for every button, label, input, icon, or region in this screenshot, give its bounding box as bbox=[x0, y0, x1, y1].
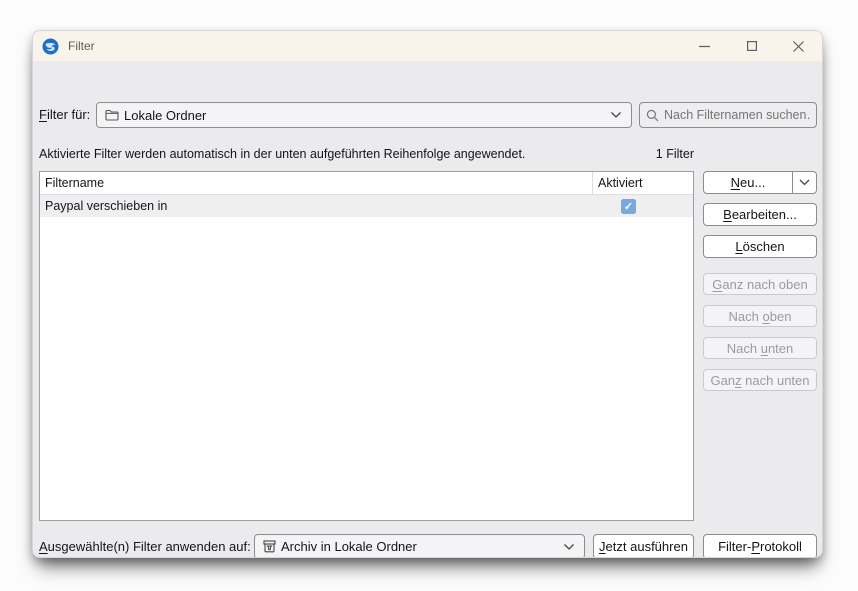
edit-button[interactable]: Bearbeiten... bbox=[703, 203, 817, 226]
delete-button[interactable]: Löschen bbox=[703, 235, 817, 258]
filter-row[interactable]: Paypal verschieben in ✓ bbox=[40, 195, 693, 217]
filter-row-name: Paypal verschieben in bbox=[45, 199, 168, 213]
chevron-down-icon bbox=[563, 543, 575, 551]
filter-row-active-cell: ✓ bbox=[594, 198, 693, 214]
move-down-button[interactable]: Nach unten bbox=[703, 337, 817, 359]
archive-icon bbox=[263, 540, 276, 553]
filter-source-dropdown[interactable]: Lokale Ordner bbox=[96, 102, 632, 128]
new-split-button: Neu... bbox=[703, 171, 817, 194]
dialog-content: Filter für: Lokale Ordner Aktivierte Fil… bbox=[33, 61, 822, 557]
filter-log-button[interactable]: Filter-Protokoll bbox=[703, 534, 817, 557]
move-to-bottom-button[interactable]: Ganz nach unten bbox=[703, 369, 817, 391]
thunderbird-logo-icon bbox=[42, 38, 59, 55]
close-button[interactable] bbox=[775, 31, 822, 61]
filter-list-header: Filtername Aktiviert bbox=[40, 172, 693, 195]
check-icon: ✓ bbox=[623, 200, 634, 213]
apply-target-value: Archiv in Lokale Ordner bbox=[281, 539, 417, 554]
apply-target-dropdown[interactable]: Archiv in Lokale Ordner bbox=[254, 534, 585, 557]
search-input[interactable] bbox=[664, 108, 810, 122]
maximize-button[interactable] bbox=[728, 31, 775, 61]
column-header-aktiviert[interactable]: Aktiviert bbox=[593, 172, 693, 194]
search-icon bbox=[646, 109, 659, 122]
titlebar: Filter bbox=[33, 31, 822, 61]
filter-count: 1 Filter bbox=[655, 147, 694, 161]
window-title: Filter bbox=[68, 39, 95, 53]
enabled-checkbox[interactable]: ✓ bbox=[621, 198, 636, 214]
filter-list: Filtername Aktiviert Paypal verschieben … bbox=[39, 171, 694, 521]
filter-search-field[interactable] bbox=[639, 102, 817, 128]
filter-for-label: Filter für: bbox=[39, 107, 91, 122]
run-now-button[interactable]: Jetzt ausführen bbox=[593, 534, 694, 557]
minimize-button[interactable] bbox=[681, 31, 728, 61]
move-up-button[interactable]: Nach oben bbox=[703, 305, 817, 327]
filter-source-value: Lokale Ordner bbox=[124, 107, 207, 123]
filter-dialog-window: Filter Filter für: Lokale Ordner Nach Fi… bbox=[32, 30, 823, 558]
chevron-down-icon bbox=[799, 179, 810, 186]
new-button[interactable]: Neu... bbox=[704, 172, 793, 193]
move-to-top-button[interactable]: Ganz nach oben bbox=[703, 273, 817, 295]
column-header-filtername[interactable]: Filtername bbox=[40, 172, 593, 194]
apply-to-label: Ausgewählte(n) Filter anwenden auf: bbox=[39, 539, 251, 554]
new-dropdown-button[interactable] bbox=[793, 172, 816, 193]
chevron-down-icon bbox=[610, 111, 622, 119]
folder-icon bbox=[105, 109, 119, 121]
